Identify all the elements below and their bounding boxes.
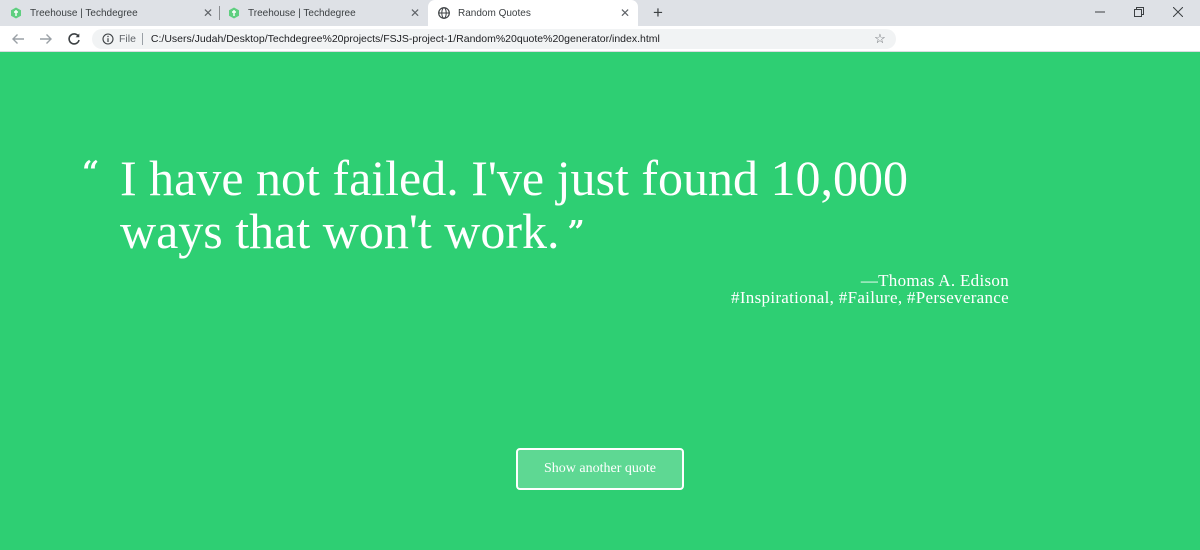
- minimize-icon[interactable]: [1080, 0, 1120, 24]
- quote-text: I have not failed. I've just found 10,00…: [120, 150, 908, 259]
- treehouse-favicon-icon: [10, 7, 22, 19]
- new-tab-icon[interactable]: +: [648, 3, 668, 23]
- tab-title: Treehouse | Techdegree: [248, 7, 356, 19]
- close-window-icon[interactable]: [1158, 0, 1198, 24]
- bookmark-star-icon[interactable]: ☆: [872, 31, 888, 47]
- address-divider: [141, 33, 143, 45]
- tab-treehouse-1[interactable]: Treehouse | Techdegree ✕: [10, 0, 215, 26]
- globe-icon: [438, 7, 450, 19]
- browser-tab-strip: Treehouse | Techdegree ✕ Treehouse | Tec…: [0, 0, 1200, 26]
- treehouse-favicon-icon: [228, 7, 240, 19]
- tab-title: Treehouse | Techdegree: [30, 7, 138, 19]
- close-icon[interactable]: ✕: [201, 6, 215, 20]
- close-icon[interactable]: ✕: [408, 6, 422, 20]
- restore-icon[interactable]: [1119, 0, 1159, 24]
- citation: —Thomas A. Edison #Inspirational, #Failu…: [731, 272, 1009, 306]
- scheme-label: File: [119, 33, 136, 45]
- tab-treehouse-2[interactable]: Treehouse | Techdegree ✕: [228, 0, 422, 26]
- forward-arrow-icon[interactable]: [37, 30, 55, 48]
- open-quote-mark: “: [82, 155, 100, 190]
- quote-source: —Thomas A. Edison: [860, 271, 1009, 290]
- show-another-quote-button[interactable]: Show another quote: [516, 448, 684, 490]
- close-icon[interactable]: ✕: [618, 6, 632, 20]
- quote-tags: #Inspirational, #Failure, #Perseverance: [731, 288, 1009, 307]
- tab-divider: [219, 6, 220, 20]
- tab-random-quotes[interactable]: Random Quotes ✕: [428, 0, 638, 26]
- quote-box: “ I have not failed. I've just found 10,…: [0, 52, 1200, 352]
- address-bar[interactable]: File C:/Users/Judah/Desktop/Techdegree%2…: [92, 29, 896, 49]
- info-icon[interactable]: [102, 33, 114, 45]
- quote-text-block: I have not failed. I've just found 10,00…: [120, 152, 920, 259]
- page-body: “ I have not failed. I've just found 10,…: [0, 52, 1200, 550]
- back-arrow-icon[interactable]: [9, 30, 27, 48]
- browser-toolbar: File C:/Users/Judah/Desktop/Techdegree%2…: [0, 26, 1200, 52]
- close-quote-mark: ”: [567, 215, 585, 250]
- url-text[interactable]: C:/Users/Judah/Desktop/Techdegree%20proj…: [151, 33, 896, 45]
- reload-icon[interactable]: [65, 30, 83, 48]
- tab-title: Random Quotes: [458, 7, 531, 19]
